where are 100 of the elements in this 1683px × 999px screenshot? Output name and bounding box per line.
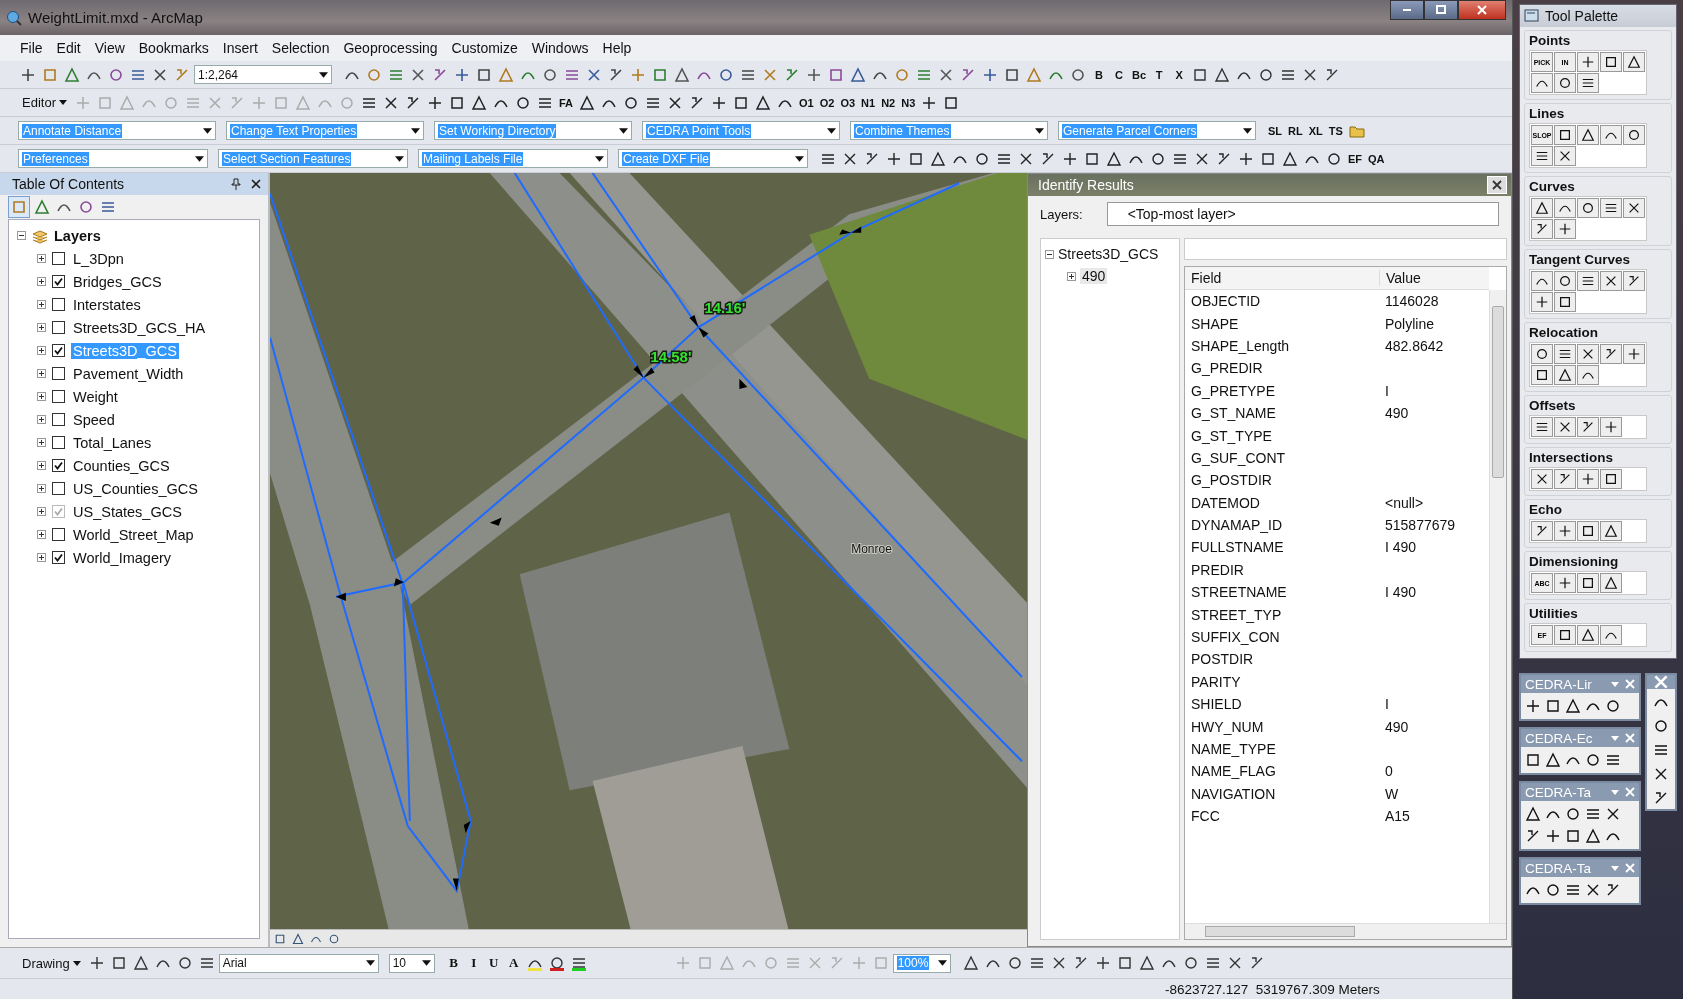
text-tool-button[interactable]: XL — [1306, 119, 1325, 142]
table-cell-text: NAME_TYPE — [1190, 741, 1277, 757]
text-tool-button[interactable]: N2 — [879, 91, 898, 114]
table-cell-text: OBJECTID — [1190, 293, 1262, 310]
toolbar-title: CEDRA-Ta — [1525, 784, 1592, 800]
column-header[interactable]: Field — [1185, 270, 1379, 286]
column-header[interactable]: Value — [1379, 270, 1421, 286]
table-cell-text: HWY_NUM — [1190, 718, 1265, 735]
menu-item[interactable]: Geoprocessing — [343, 40, 438, 56]
layer-item[interactable]: US_Counties_GCS — [71, 480, 200, 497]
text-tool-button[interactable]: RL — [1286, 119, 1305, 142]
table-cell-text: NAME_FLAG — [1190, 763, 1277, 780]
text-tool-button[interactable]: FA — [556, 91, 576, 114]
group-title: Points — [1529, 33, 1572, 48]
text-tool-button[interactable]: N3 — [899, 91, 918, 114]
table-cell-text: G_ST_NAME — [1190, 405, 1277, 422]
table-cell-text: G_ST_TYPE — [1190, 427, 1273, 444]
street-label: Monroe — [851, 541, 892, 556]
font-dropdown[interactable]: Arial — [218, 953, 379, 973]
table-cell-text: SHIELD — [1190, 696, 1243, 713]
text-tool-button[interactable]: QA — [1366, 147, 1387, 170]
text-tool-button[interactable]: O3 — [838, 91, 858, 114]
table-cell-text: DATEMOD — [1190, 494, 1261, 511]
field-label: Layers: — [1040, 206, 1083, 222]
group-title: Utilities — [1529, 606, 1579, 621]
layer-item[interactable]: Bridges_GCS — [71, 273, 164, 290]
menu-item[interactable]: Selection — [271, 40, 330, 56]
coordinates-readout: -8623727.127 5319767.309 Meters — [1165, 981, 1380, 997]
layer-item[interactable]: US_States_GCS — [71, 503, 184, 520]
layers-dropdown[interactable]: <Top-most layer> — [1106, 202, 1499, 226]
text-style-button[interactable]: U — [484, 952, 503, 974]
table-cell-text: G_PRETYPE — [1190, 382, 1277, 399]
text-tool-button[interactable]: EF — [1346, 147, 1365, 170]
font-size-dropdown[interactable]: 10 — [388, 953, 435, 973]
text-tool-button[interactable]: T — [1150, 63, 1169, 86]
menu-item[interactable]: Customize — [451, 40, 518, 56]
table-cell-text: PARITY — [1190, 673, 1242, 690]
text-tool-button[interactable]: SL — [1266, 119, 1285, 142]
table-cell-text: POSTDIR — [1190, 651, 1255, 668]
table-cell-text: G_PREDIR — [1190, 360, 1264, 377]
layer-item[interactable]: Interstates — [71, 296, 143, 313]
text-style-button[interactable]: B — [444, 952, 463, 974]
table-cell-text: 482.8642 — [1384, 337, 1444, 354]
table-cell-text: PREDIR — [1190, 561, 1245, 578]
tree-item[interactable]: 490 — [1080, 268, 1108, 284]
table-cell-text: Polyline — [1384, 315, 1435, 332]
table-cell-text: FULLSTNAME — [1190, 539, 1285, 556]
group-title: Echo — [1529, 502, 1563, 517]
window-title: Tool Palette — [1545, 8, 1619, 24]
text-tool-button[interactable]: TS — [1326, 119, 1345, 142]
layer-item[interactable]: World_Street_Map — [71, 526, 196, 543]
table-cell-text: <null> — [1384, 494, 1424, 511]
layer-item[interactable]: L_3Dpn — [71, 250, 126, 267]
layer-item[interactable]: Counties_GCS — [71, 457, 172, 474]
table-cell-text: I — [1384, 696, 1389, 713]
text-tool-button[interactable]: O1 — [797, 91, 816, 114]
text-tool-button[interactable]: Bc — [1130, 63, 1149, 86]
table-cell-text: FCC — [1190, 808, 1221, 825]
layer-item[interactable]: Weight — [71, 388, 120, 405]
table-cell-text: W — [1384, 785, 1399, 802]
layer-item[interactable]: World_Imagery — [71, 549, 174, 566]
layer-item[interactable]: Total_Lanes — [71, 434, 154, 451]
drawing-menu-button[interactable]: Drawing — [18, 952, 85, 974]
table-cell-text: G_POSTDIR — [1190, 472, 1273, 489]
table-cell-text: STREETNAME — [1190, 584, 1288, 601]
menu-item[interactable]: View — [94, 40, 125, 56]
table-cell-text: I 490 — [1384, 584, 1417, 601]
menu-item[interactable]: Insert — [222, 40, 258, 56]
group-title: Dimensioning — [1529, 554, 1620, 569]
panel-title: Table Of Contents — [12, 176, 126, 192]
toolbar-title: CEDRA-Ta — [1525, 860, 1592, 876]
layer-item[interactable]: Streets3D_GCS_HA — [71, 319, 208, 336]
menu-item[interactable]: Edit — [56, 40, 81, 56]
menu-item[interactable]: Help — [602, 40, 632, 56]
group-title: Intersections — [1529, 450, 1615, 465]
layer-item[interactable]: Pavement_Width — [71, 365, 186, 382]
panel-title: Identify Results — [1038, 177, 1134, 193]
table-cell-text: 1146028 — [1384, 293, 1439, 310]
table-cell-text: STREET_TYP — [1190, 606, 1283, 623]
table-cell-text: I — [1384, 382, 1389, 399]
text-tool-button[interactable]: X — [1170, 63, 1189, 86]
group-title: Curves — [1529, 179, 1576, 194]
toolbar-title: CEDRA-Ec — [1525, 730, 1594, 746]
text-style-button[interactable]: A — [504, 952, 523, 974]
menu-item[interactable]: Bookmarks — [138, 40, 209, 56]
tree-item[interactable]: Streets3D_GCS — [1058, 246, 1159, 262]
layer-item[interactable]: Speed — [71, 411, 117, 428]
text-tool-button[interactable]: B — [1090, 63, 1108, 86]
scale-dropdown[interactable]: 1:2,264 — [194, 65, 332, 84]
text-style-button[interactable]: I — [464, 952, 483, 974]
text-tool-button[interactable]: O2 — [817, 91, 837, 114]
tree-item[interactable]: Layers — [54, 227, 101, 244]
menu-item[interactable]: File — [20, 40, 43, 56]
table-cell-text: 490 — [1384, 405, 1409, 422]
text-tool-button[interactable]: C — [1110, 63, 1128, 86]
editor-menu-button[interactable]: Editor — [18, 91, 71, 114]
table-cell-text: SUFFIX_CON — [1190, 629, 1281, 646]
table-cell-text: G_SUF_CONT — [1190, 449, 1287, 466]
text-tool-button[interactable]: N1 — [859, 91, 878, 114]
menu-item[interactable]: Windows — [531, 40, 589, 56]
